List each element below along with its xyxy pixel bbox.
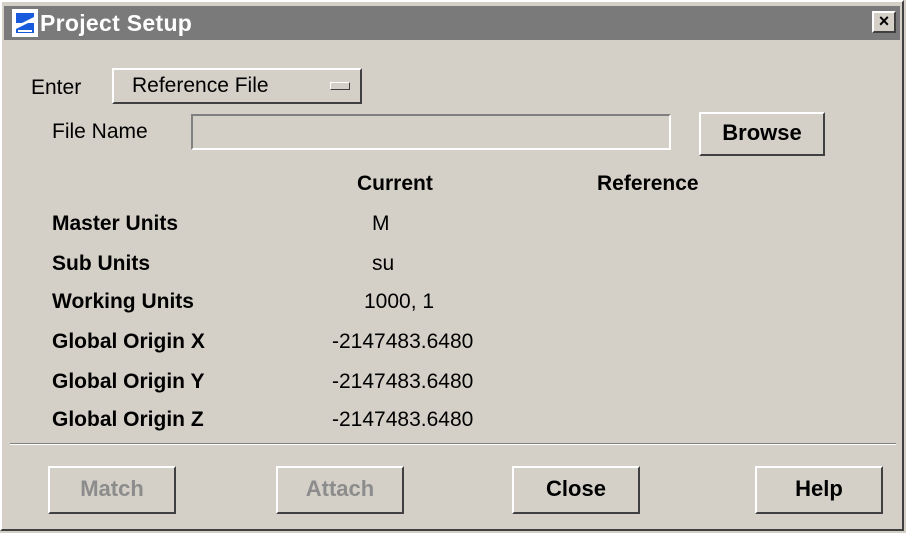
enter-label: Enter — [31, 76, 82, 99]
window-title: Project Setup — [40, 10, 193, 36]
match-button[interactable]: Match — [48, 466, 176, 514]
file-name-input[interactable] — [191, 114, 671, 150]
column-header-reference: Reference — [597, 172, 699, 195]
app-logo-icon — [12, 9, 38, 37]
global-origin-y-label: Global Origin Y — [52, 370, 205, 393]
global-origin-z-label: Global Origin Z — [52, 408, 204, 431]
global-origin-x-current: -2147483.6480 — [332, 330, 474, 353]
master-units-label: Master Units — [52, 212, 179, 235]
title-bar[interactable]: Project Setup × — [4, 6, 900, 40]
global-origin-z-current: -2147483.6480 — [332, 408, 474, 431]
close-button[interactable]: Close — [512, 466, 640, 514]
attach-button[interactable]: Attach — [276, 466, 404, 514]
sub-units-current: su — [372, 252, 395, 275]
master-units-current: M — [372, 212, 390, 235]
close-icon[interactable]: × — [872, 11, 896, 33]
help-button[interactable]: Help — [755, 466, 883, 514]
enter-type-select[interactable]: Reference File — [112, 68, 362, 104]
project-setup-dialog: Project Setup × Enter Reference File Fil… — [0, 0, 904, 531]
global-origin-y-current: -2147483.6480 — [332, 370, 474, 393]
sub-units-label: Sub Units — [52, 252, 150, 275]
file-name-label: File Name — [52, 120, 148, 143]
column-header-current: Current — [357, 172, 433, 195]
working-units-current: 1000, 1 — [364, 290, 435, 313]
working-units-label: Working Units — [52, 290, 194, 313]
enter-type-value: Reference File — [132, 74, 269, 97]
option-menu-indicator-icon — [330, 82, 350, 90]
separator-highlight — [10, 444, 896, 445]
browse-button[interactable]: Browse — [699, 112, 825, 156]
global-origin-x-label: Global Origin X — [52, 330, 205, 353]
